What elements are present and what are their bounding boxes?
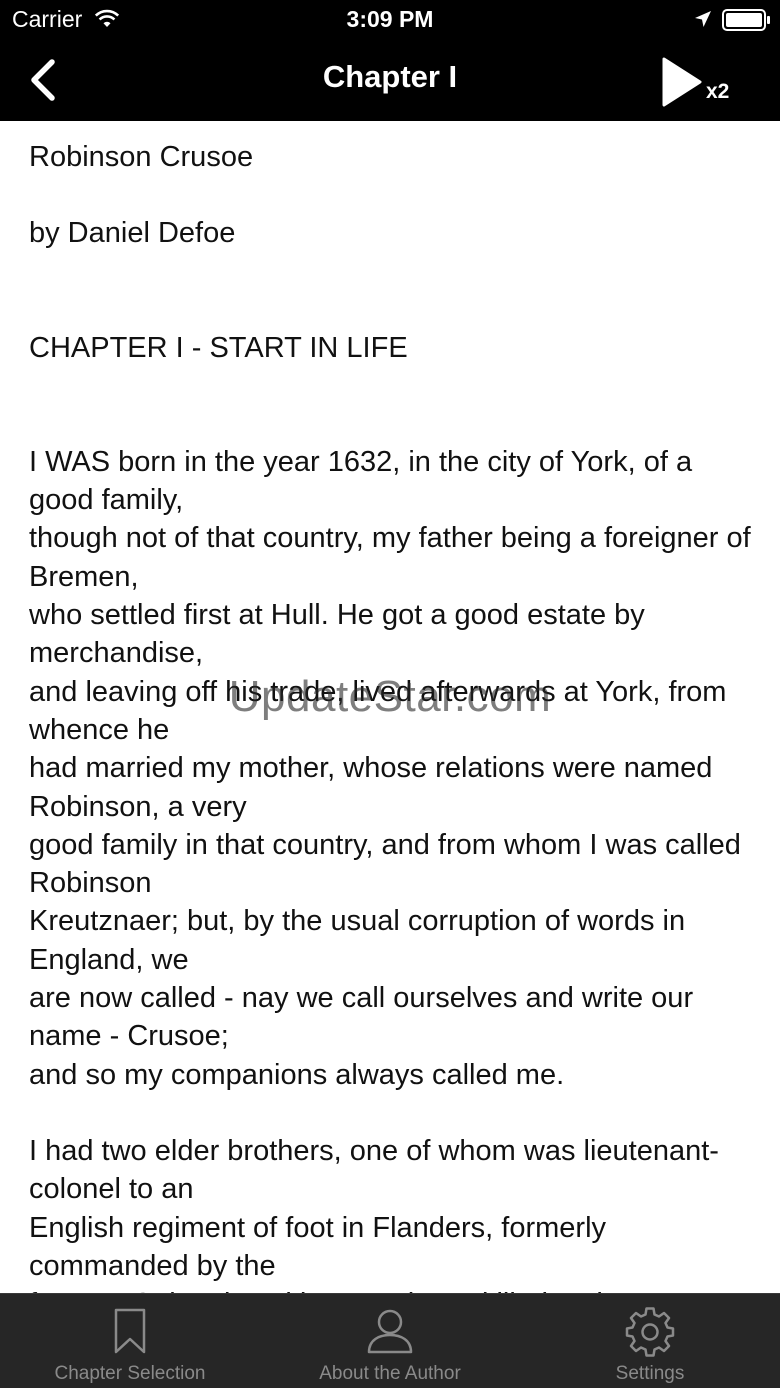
status-bar: Carrier 3:09 PM: [0, 0, 780, 40]
status-time: 3:09 PM: [346, 6, 434, 32]
person-icon: [367, 1309, 413, 1354]
book-title: Robinson Crusoe: [29, 141, 254, 173]
chapter-heading: CHAPTER I - START IN LIFE: [29, 331, 408, 364]
gear-icon: [625, 1307, 675, 1357]
text-paragraph: I WAS born in the year 1632, in the city…: [29, 445, 751, 1091]
bookmark-icon: [114, 1308, 146, 1354]
tab-label: About the Author: [319, 1363, 461, 1384]
tab-settings[interactable]: Settings: [520, 1294, 780, 1388]
book-author: by Daniel Defoe: [29, 217, 236, 250]
play-icon: [662, 57, 702, 107]
tab-chapter-selection[interactable]: Chapter Selection: [0, 1294, 260, 1388]
tab-label: Settings: [615, 1363, 685, 1384]
navigation-bar: Chapter I x2: [0, 40, 780, 121]
play-speed-button[interactable]: x2: [656, 54, 756, 108]
tab-bar: Chapter Selection About the Author Setti…: [0, 1293, 780, 1388]
chapter-text: Robinson Crusoe by Daniel Defoe CHAPTER …: [29, 121, 759, 1293]
top-bar: Carrier 3:09 PM Chapter I x2: [0, 0, 780, 121]
text-paragraph: I had two elder brothers, one of whom wa…: [29, 1134, 719, 1293]
playback-speed-label: x2: [706, 80, 730, 103]
tab-about-the-author[interactable]: About the Author: [260, 1294, 520, 1388]
location-arrow-icon: [694, 10, 712, 33]
tab-label: Chapter Selection: [54, 1363, 206, 1384]
battery-icon: [722, 9, 772, 36]
